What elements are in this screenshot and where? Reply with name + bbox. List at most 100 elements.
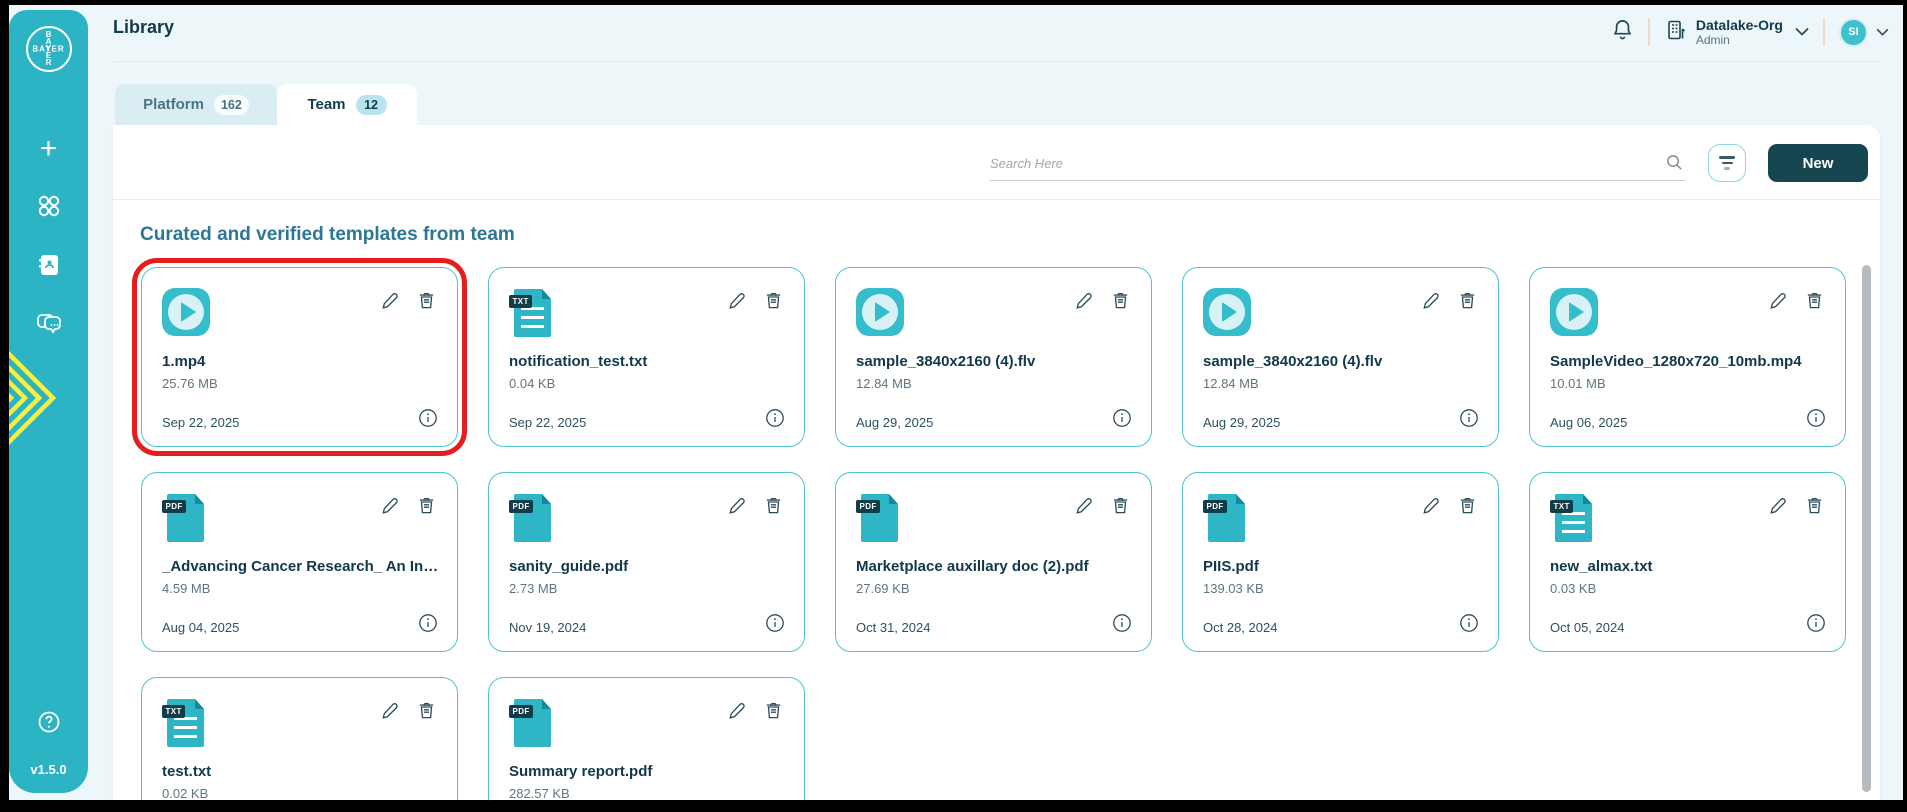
search-input[interactable] — [990, 149, 1685, 177]
card-actions — [1769, 496, 1824, 520]
sidebar-item-apps[interactable] — [9, 193, 88, 224]
file-size: 0.02 KB — [162, 786, 208, 800]
file-date: Sep 22, 2025 — [162, 415, 239, 430]
delete-icon[interactable] — [417, 701, 436, 725]
search-box — [990, 149, 1685, 181]
filter-button[interactable] — [1708, 144, 1746, 182]
delete-icon[interactable] — [1458, 291, 1477, 315]
info-icon[interactable] — [418, 408, 438, 433]
delete-icon[interactable] — [1805, 496, 1824, 520]
info-icon[interactable] — [418, 613, 438, 638]
delete-icon[interactable] — [417, 496, 436, 520]
edit-icon[interactable] — [1075, 496, 1094, 520]
delete-icon[interactable] — [764, 291, 783, 315]
org-switcher[interactable]: Datalake-Org Admin — [1664, 17, 1809, 47]
tab-label: Platform — [143, 96, 204, 113]
tab-label: Team — [307, 96, 345, 113]
organization-icon — [1664, 18, 1688, 47]
file-card[interactable]: SampleVideo_1280x720_10mb.mp4 10.01 MB A… — [1529, 267, 1846, 447]
info-icon[interactable] — [765, 613, 785, 638]
file-card[interactable]: sample_3840x2160 (4).flv 12.84 MB Aug 29… — [1182, 267, 1499, 447]
edit-icon[interactable] — [1075, 291, 1094, 315]
scrollbar-thumb[interactable] — [1862, 265, 1871, 792]
file-size: 12.84 MB — [1203, 376, 1259, 391]
file-date: Oct 31, 2024 — [856, 620, 930, 635]
edit-icon[interactable] — [381, 496, 400, 520]
delete-icon[interactable] — [1805, 291, 1824, 315]
file-card[interactable]: PDF Summary report.pdf 282.57 KB — [488, 677, 805, 800]
notification-bell-icon[interactable] — [1611, 18, 1634, 46]
tab-bar: Platform 162 Team 12 — [115, 84, 417, 125]
card-actions — [1075, 496, 1130, 520]
info-icon[interactable] — [1806, 408, 1826, 433]
file-card[interactable]: TXT new_almax.txt 0.03 KB Oct 05, 2024 — [1529, 472, 1846, 652]
file-card[interactable]: PDF sanity_guide.pdf 2.73 MB Nov 19, 202… — [488, 472, 805, 652]
info-icon[interactable] — [1112, 408, 1132, 433]
plus-icon: + — [40, 132, 58, 166]
bayer-logo-text-vertical: BAYER — [45, 31, 53, 70]
delete-icon[interactable] — [417, 291, 436, 315]
file-card[interactable]: PDF Marketplace auxillary doc (2).pdf 27… — [835, 472, 1152, 652]
new-button[interactable]: New — [1768, 144, 1868, 182]
info-icon[interactable] — [1112, 613, 1132, 638]
card-actions — [1422, 291, 1477, 315]
user-menu[interactable]: SI — [1839, 18, 1889, 47]
file-name: sanity_guide.pdf — [509, 558, 786, 575]
file-size: 12.84 MB — [856, 376, 912, 391]
cards-grid: 1.mp4 25.76 MB Sep 22, 2025 TXT — [141, 267, 1846, 800]
edit-icon[interactable] — [1422, 291, 1441, 315]
edit-icon[interactable] — [381, 291, 400, 315]
sidebar: BAYER BAYER + — [9, 10, 88, 793]
file-type-icon: TXT — [509, 288, 557, 338]
header-divider-vertical-1 — [1648, 18, 1650, 46]
card-actions — [381, 291, 436, 315]
edit-icon[interactable] — [1769, 291, 1788, 315]
file-type-icon: TXT — [162, 698, 210, 748]
file-name: _Advancing Cancer Research_ An Interdi..… — [162, 558, 439, 575]
info-icon[interactable] — [765, 408, 785, 433]
delete-icon[interactable] — [764, 701, 783, 725]
chevron-down-icon — [1795, 23, 1809, 41]
file-card[interactable]: sample_3840x2160 (4).flv 12.84 MB Aug 29… — [835, 267, 1152, 447]
file-name: sample_3840x2160 (4).flv — [856, 353, 1133, 370]
edit-icon[interactable] — [381, 701, 400, 725]
org-role: Admin — [1696, 33, 1783, 47]
sidebar-item-chat[interactable] — [9, 313, 88, 342]
file-card[interactable]: TXT notification_test.txt 0.04 KB Sep 22… — [488, 267, 805, 447]
file-card[interactable]: 1.mp4 25.76 MB Sep 22, 2025 — [141, 267, 458, 447]
file-type-badge: TXT — [162, 705, 185, 718]
delete-icon[interactable] — [1111, 496, 1130, 520]
edit-icon[interactable] — [728, 291, 747, 315]
sidebar-item-library[interactable] — [9, 253, 88, 282]
info-icon[interactable] — [1806, 613, 1826, 638]
file-card[interactable]: PDF PIIS.pdf 139.03 KB Oct 28, 2024 — [1182, 472, 1499, 652]
edit-icon[interactable] — [728, 701, 747, 725]
avatar: SI — [1839, 18, 1868, 47]
file-date: Oct 28, 2024 — [1203, 620, 1277, 635]
edit-icon[interactable] — [1769, 496, 1788, 520]
delete-icon[interactable] — [1111, 291, 1130, 315]
search-icon — [1666, 154, 1683, 176]
edit-icon[interactable] — [1422, 496, 1441, 520]
edit-icon[interactable] — [728, 496, 747, 520]
sidebar-item-add[interactable]: + — [9, 132, 88, 166]
delete-icon[interactable] — [1458, 496, 1477, 520]
file-date: Aug 29, 2025 — [856, 415, 933, 430]
sidebar-help-button[interactable] — [9, 710, 88, 739]
section-heading: Curated and verified templates from team — [140, 224, 515, 246]
chevron-decoration — [9, 343, 67, 460]
file-type-badge: PDF — [509, 500, 533, 513]
header-divider — [113, 61, 1880, 62]
info-icon[interactable] — [1459, 408, 1479, 433]
file-type-badge: PDF — [509, 705, 533, 718]
delete-icon[interactable] — [764, 496, 783, 520]
tab-platform[interactable]: Platform 162 — [115, 84, 277, 125]
file-size: 0.03 KB — [1550, 581, 1596, 596]
file-card[interactable]: TXT test.txt 0.02 KB — [141, 677, 458, 800]
file-name: notification_test.txt — [509, 353, 786, 370]
info-icon[interactable] — [1459, 613, 1479, 638]
file-card[interactable]: PDF _Advancing Cancer Research_ An Inter… — [141, 472, 458, 652]
file-date: Aug 29, 2025 — [1203, 415, 1280, 430]
file-type-icon: PDF — [509, 493, 557, 543]
tab-team[interactable]: Team 12 — [277, 84, 417, 125]
